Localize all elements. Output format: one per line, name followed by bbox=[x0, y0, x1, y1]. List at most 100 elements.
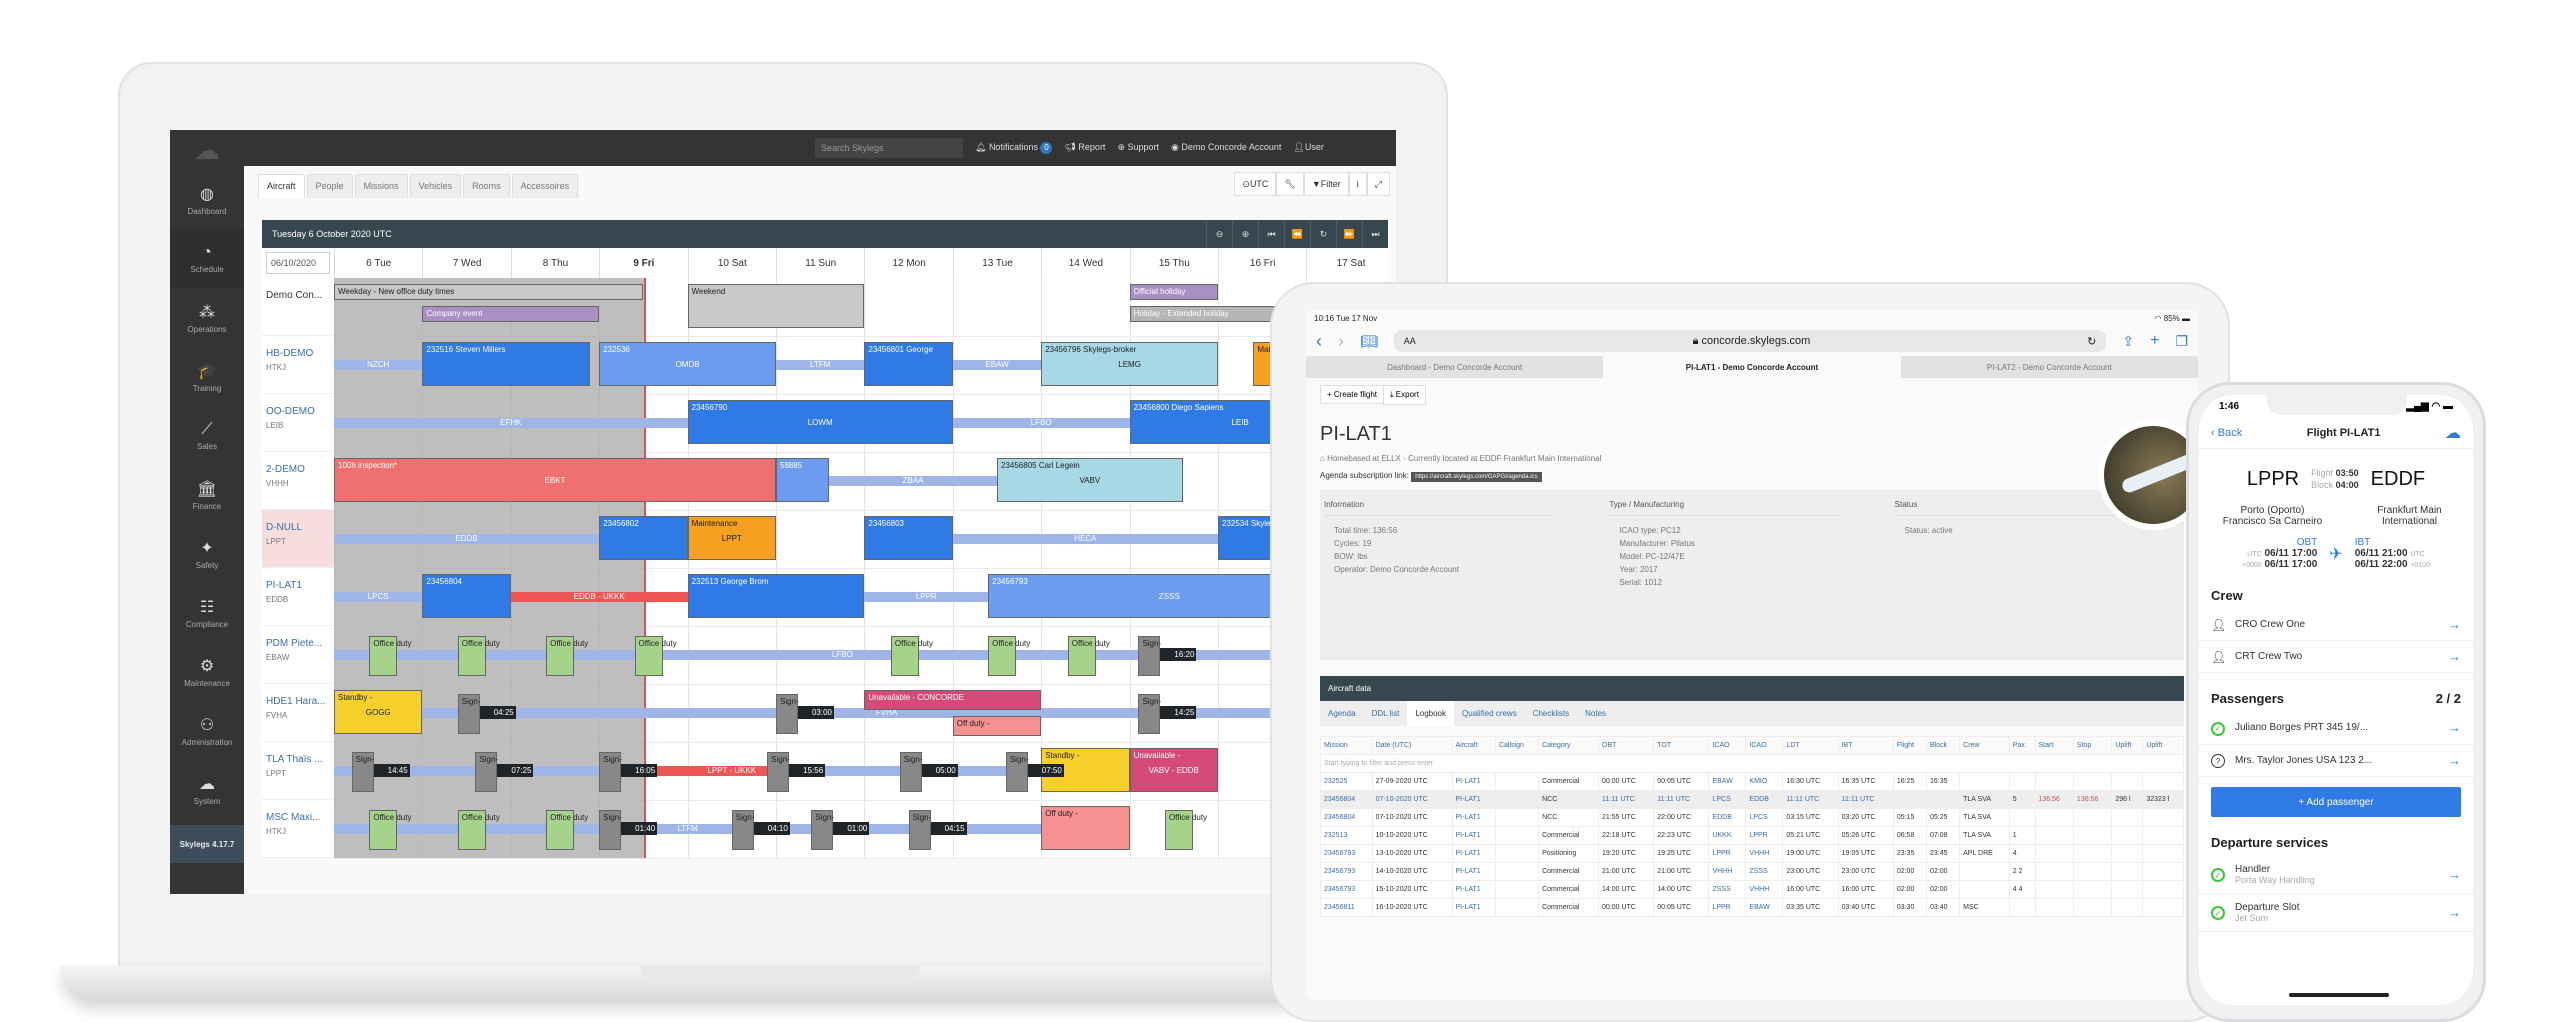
agenda-link[interactable]: https://aircraft.skylegs.com/GAPGI/agend… bbox=[1411, 472, 1542, 482]
table-cell[interactable]: KMIO bbox=[1745, 772, 1784, 791]
column-header[interactable]: OBT bbox=[1598, 736, 1655, 755]
column-header[interactable]: Uplift bbox=[2111, 736, 2144, 755]
column-header[interactable]: Crew bbox=[1959, 736, 2010, 755]
column-header[interactable]: Stop bbox=[2072, 736, 2113, 755]
tab-aircraft[interactable]: Aircraft bbox=[258, 174, 305, 198]
column-header[interactable]: Flight bbox=[1892, 736, 1927, 755]
table-row[interactable]: 23456804 07-10-2020 UTC PI-LAT1 NCC 21:55 UT… bbox=[1320, 808, 2184, 827]
sign-in-block[interactable]: Sign- bbox=[1005, 752, 1029, 792]
data-tab-notes[interactable]: Notes bbox=[1577, 701, 1614, 726]
row-label-5[interactable]: PI-LAT1 EDDB bbox=[262, 568, 334, 626]
sidebar-item-dashboard[interactable]: ◍ Dashboard bbox=[170, 170, 244, 229]
schedule-event[interactable]: 23456805 Carl Legein VABV bbox=[997, 458, 1183, 502]
office-duty-block[interactable]: Office duty bbox=[1164, 810, 1207, 850]
table-row[interactable]: 23456811 16-10-2020 UTC PI-LAT1 Commercial 0… bbox=[1320, 898, 2184, 917]
table-cell[interactable]: VHHH bbox=[1745, 844, 1784, 863]
table-cell[interactable]: UKKK bbox=[1708, 826, 1747, 845]
row-label-9[interactable]: MSC Maxi... HTKJ bbox=[262, 800, 334, 858]
office-duty-block[interactable]: Office duty bbox=[457, 810, 500, 850]
sign-in-block[interactable]: Sign- bbox=[457, 694, 480, 734]
service-item[interactable]: ✓ Departure Slot Jet Sum → bbox=[2199, 894, 2473, 932]
text-size-button[interactable]: AA bbox=[1404, 336, 1416, 346]
column-header[interactable]: Start bbox=[2034, 736, 2074, 755]
column-header[interactable]: Block bbox=[1925, 736, 1961, 755]
schedule-event[interactable]: 58885 bbox=[776, 458, 830, 502]
refresh-button[interactable]: ↻ bbox=[1310, 220, 1336, 248]
table-cell[interactable]: 23456793 bbox=[1320, 844, 1373, 863]
table-cell[interactable]: ZSSS bbox=[1708, 880, 1747, 899]
forward-icon[interactable]: › bbox=[1338, 331, 1344, 352]
sidebar-item-safety[interactable]: ✦ Safety bbox=[170, 524, 244, 583]
sign-in-block[interactable]: Sign- bbox=[1138, 636, 1161, 676]
table-cell[interactable]: 23456811 bbox=[1320, 898, 1373, 917]
table-cell[interactable]: EDDB bbox=[1745, 790, 1784, 809]
row-label-7[interactable]: HDE1 Hara... FVHA bbox=[262, 684, 334, 742]
sidebar-item-sales[interactable]: ⟋ Sales bbox=[170, 406, 244, 465]
table-cell[interactable]: PI-LAT1 bbox=[1451, 772, 1496, 791]
zoom-in-button[interactable]: ⊕ bbox=[1232, 220, 1258, 248]
zoom-out-button[interactable]: ⊖ bbox=[1206, 220, 1232, 248]
sign-in-block[interactable]: Sign- bbox=[776, 694, 799, 734]
passenger-item[interactable]: ? Mrs. Taylor Jones USA 123 2... → bbox=[2199, 745, 2473, 777]
column-header[interactable]: Category bbox=[1538, 736, 1600, 755]
table-cell[interactable]: 232513 bbox=[1320, 826, 1373, 845]
table-cell[interactable]: EBAW bbox=[1708, 772, 1747, 791]
sign-in-block[interactable]: Sign- bbox=[767, 752, 790, 792]
office-duty-block[interactable]: Office duty bbox=[369, 636, 411, 676]
sign-in-block[interactable]: Sign- bbox=[599, 752, 622, 792]
sign-in-block[interactable]: Sign- bbox=[475, 752, 498, 792]
sidebar-item-training[interactable]: 🎓 Training bbox=[170, 347, 244, 406]
office-duty-block[interactable]: Office duty bbox=[546, 810, 588, 850]
schedule-event[interactable]: Unavailable - CONCORDE bbox=[864, 690, 1042, 710]
table-cell[interactable]: VHHH bbox=[1708, 862, 1747, 881]
column-header[interactable]: ICAO bbox=[1745, 736, 1784, 755]
report-link[interactable]: 📢︎ Report bbox=[1064, 142, 1105, 154]
row-label-6[interactable]: PDM Piete... EBAW bbox=[262, 626, 334, 684]
table-cell[interactable]: 23456793 bbox=[1320, 880, 1373, 899]
table-cell[interactable]: EBAW bbox=[1745, 898, 1784, 917]
data-tab-agenda[interactable]: Agenda bbox=[1320, 701, 1364, 726]
last-button[interactable]: ⏭ bbox=[1362, 220, 1388, 248]
schedule-event[interactable]: Off duty - bbox=[952, 716, 1042, 736]
column-header[interactable]: LDT bbox=[1782, 736, 1839, 755]
row-label-1[interactable]: HB-DEMO HTKJ bbox=[262, 336, 334, 394]
table-cell[interactable]: VHHH bbox=[1745, 880, 1784, 899]
column-header[interactable]: Date (UTC) bbox=[1371, 736, 1453, 755]
create-flight-button[interactable]: + Create flight bbox=[1320, 385, 1385, 404]
table-cell[interactable]: LPPR bbox=[1745, 826, 1784, 845]
schedule-event[interactable]: 232516 Steven Millers bbox=[422, 342, 591, 386]
search-input[interactable]: Search Skylegs bbox=[815, 138, 963, 158]
column-header[interactable]: Aircraft bbox=[1451, 736, 1496, 755]
data-tab-checklists[interactable]: Checklists bbox=[1525, 701, 1577, 726]
date-input[interactable]: 06/10/2020 bbox=[266, 252, 330, 274]
sidebar-item-compliance[interactable]: ☷ Compliance bbox=[170, 583, 244, 642]
table-cell[interactable]: PI-LAT1 bbox=[1451, 880, 1496, 899]
user-link[interactable]: 👤︎User bbox=[1293, 142, 1323, 154]
table-cell[interactable]: PI-LAT1 bbox=[1451, 826, 1496, 845]
schedule-event[interactable]: Official holiday bbox=[1129, 284, 1218, 300]
sign-in-block[interactable]: Sign- bbox=[899, 752, 922, 792]
sidebar-item-system[interactable]: ☁ System bbox=[170, 760, 244, 819]
column-header[interactable]: Mission bbox=[1320, 736, 1373, 755]
tab-vehicles[interactable]: Vehicles bbox=[409, 174, 462, 198]
schedule-event[interactable]: Weekday - New office duty times bbox=[334, 284, 644, 300]
table-cell[interactable]: LPCS bbox=[1745, 808, 1784, 827]
schedule-event[interactable]: 23456796 Skylegs-broker LEMG bbox=[1041, 342, 1218, 386]
schedule-event[interactable]: Off duty - bbox=[1041, 806, 1130, 850]
table-cell[interactable]: PI-LAT1 bbox=[1451, 862, 1496, 881]
row-label-2[interactable]: OO-DEMO LEIB bbox=[262, 394, 334, 452]
tabs-overview-icon[interactable]: ❐ bbox=[2175, 333, 2188, 350]
schedule-event[interactable]: 23456801 George bbox=[864, 342, 953, 386]
schedule-event[interactable]: Company event bbox=[422, 306, 600, 322]
column-header[interactable]: Uplift bbox=[2142, 736, 2184, 755]
sidebar-item-administration[interactable]: ⚇ Administration bbox=[170, 701, 244, 760]
filter-input[interactable]: Start typing to filter and press enter bbox=[1320, 754, 2184, 773]
table-cell[interactable]: EDDB bbox=[1708, 808, 1747, 827]
prev-button[interactable]: ⏪ bbox=[1284, 220, 1310, 248]
column-header[interactable]: ICAO bbox=[1708, 736, 1747, 755]
info-button[interactable]: i bbox=[1348, 172, 1367, 196]
browser-tab[interactable]: Dashboard - Demo Concorde Account bbox=[1306, 356, 1603, 378]
row-label-3[interactable]: 2-DEMO VHHH bbox=[262, 452, 334, 510]
schedule-event[interactable]: 232513 George Brom bbox=[687, 574, 865, 618]
data-tab-ddl-list[interactable]: DDL list bbox=[1364, 701, 1408, 726]
